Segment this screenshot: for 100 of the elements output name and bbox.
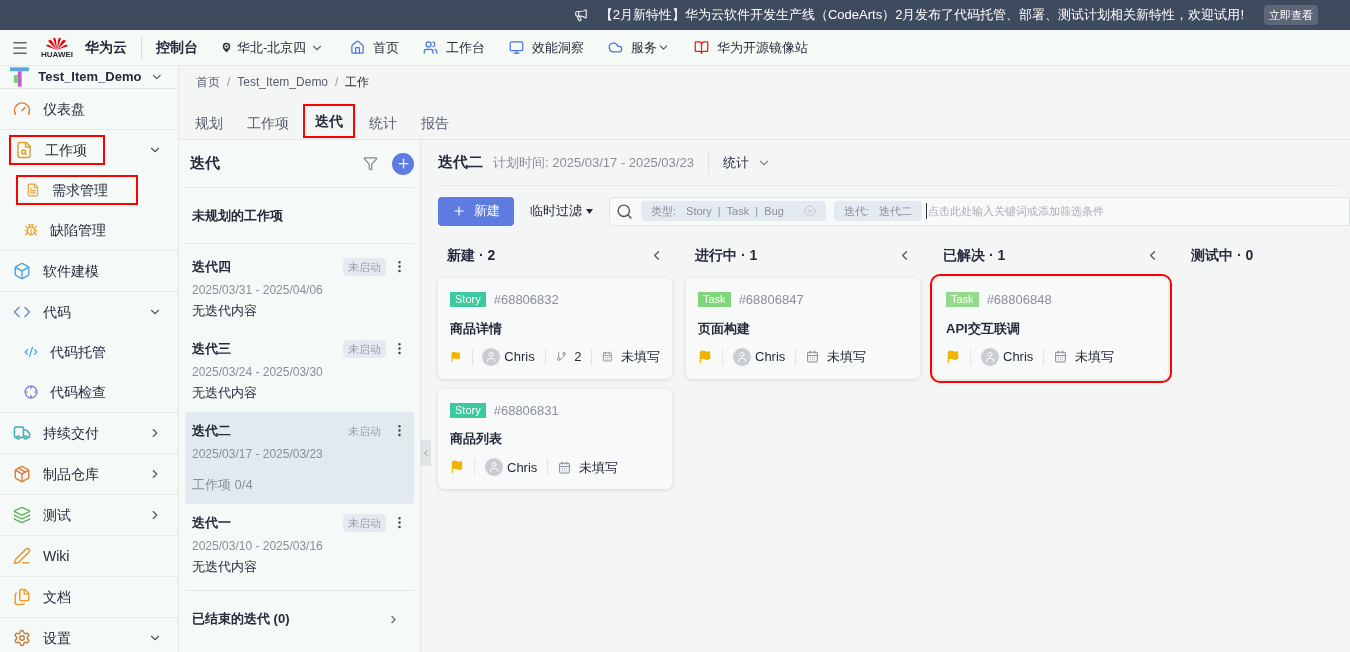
stats-dropdown[interactable]: 统计 bbox=[722, 152, 771, 173]
sidebar-item[interactable]: 文档 bbox=[0, 577, 178, 617]
sidebar-item[interactable]: 工作项 bbox=[0, 130, 178, 170]
sidebar-item[interactable]: 需求管理 bbox=[0, 170, 178, 210]
monitor-icon bbox=[509, 40, 525, 55]
tab[interactable]: 工作项 bbox=[237, 106, 299, 140]
iteration-dates: 2025/03/24 - 2025/03/30 bbox=[192, 363, 324, 381]
tab[interactable]: 报告 bbox=[411, 106, 459, 140]
assignee: Chris bbox=[504, 348, 535, 366]
console-link[interactable]: 控制台 bbox=[156, 37, 198, 58]
tab[interactable]: 规划 bbox=[185, 106, 233, 140]
home-icon bbox=[350, 40, 366, 55]
sidebar-item[interactable]: 制品仓库 bbox=[0, 454, 178, 494]
item-id: #68806847 bbox=[738, 291, 804, 309]
card-title: 商品列表 bbox=[450, 430, 503, 448]
breadcrumb-separator: / bbox=[335, 74, 339, 91]
view-now-button[interactable]: 立即查看 bbox=[1264, 4, 1318, 26]
menu-label: 仪表盘 bbox=[43, 99, 85, 119]
logo[interactable]: HUAWEI bbox=[41, 36, 73, 59]
iteration-item[interactable]: 迭代四 未启动 2025/03/31 - 2025/04/06 无迭代内容 bbox=[185, 248, 414, 330]
filter-icon[interactable] bbox=[363, 156, 378, 171]
settings-icon bbox=[13, 629, 31, 647]
iteration-name: 迭代二 bbox=[192, 422, 232, 440]
unplanned-items[interactable]: 未规划的工作项 bbox=[185, 188, 414, 244]
sidebar-item[interactable]: 设置 bbox=[0, 618, 178, 652]
location-pin-icon bbox=[220, 41, 233, 54]
collapse-handle[interactable] bbox=[421, 440, 431, 466]
column-title: 进行中 · 1 bbox=[695, 245, 759, 265]
region-selector[interactable]: 华北-北京四 bbox=[220, 37, 325, 58]
plus-icon bbox=[395, 156, 411, 171]
due-date: 未填写 bbox=[621, 348, 660, 366]
new-button[interactable]: 新建 bbox=[438, 196, 514, 226]
tab[interactable]: 迭代 bbox=[303, 104, 355, 138]
flag-icon bbox=[450, 460, 464, 475]
flag-icon bbox=[698, 349, 712, 364]
iteration-content: 无迭代内容 bbox=[192, 383, 258, 402]
ended-iterations[interactable]: 已结束的迭代 (0) bbox=[185, 591, 414, 647]
calendar-icon bbox=[806, 350, 820, 364]
sidebar-item[interactable]: 软件建模 bbox=[0, 251, 178, 291]
panel-title: 迭代 bbox=[190, 153, 221, 174]
menu-label: 工作项 bbox=[45, 140, 87, 160]
status-tag: 未启动 bbox=[343, 513, 386, 532]
subtask-count: 2 bbox=[574, 348, 582, 366]
search-icon bbox=[616, 202, 633, 220]
nav-link[interactable]: 效能洞察 bbox=[509, 37, 585, 58]
dashboard-icon bbox=[13, 100, 31, 118]
sidebar-item[interactable]: 代码托管 bbox=[0, 332, 178, 372]
breadcrumb-item: 工作 bbox=[345, 74, 370, 91]
card-title: 页面构建 bbox=[698, 319, 751, 338]
sidebar-item[interactable]: 代码 bbox=[0, 292, 178, 332]
work-item-card[interactable]: Story #68806832 商品详情 Chris 2 未填写 bbox=[438, 278, 672, 379]
quick-filter-dropdown[interactable]: 临时过滤 bbox=[530, 201, 593, 221]
sidebar-item[interactable]: Wiki bbox=[0, 536, 178, 576]
assignee: Chris bbox=[755, 348, 786, 366]
tab[interactable]: 统计 bbox=[359, 106, 407, 140]
sidebar-item[interactable]: 缺陷管理 bbox=[0, 210, 178, 250]
status-tag: 未启动 bbox=[343, 339, 386, 358]
menu-label: 软件建模 bbox=[43, 261, 99, 281]
column-title: 测试中 · 0 bbox=[1191, 245, 1255, 265]
iteration-item[interactable]: 迭代一 未启动 2025/03/10 - 2025/03/16 无迭代内容 bbox=[185, 504, 414, 586]
menu-label: Wiki bbox=[43, 546, 70, 566]
item-id: #68806848 bbox=[986, 291, 1052, 309]
project-name[interactable]: Test_Item_Demo bbox=[38, 67, 142, 87]
iteration-content: 无迭代内容 bbox=[192, 301, 258, 320]
menu-label: 测试 bbox=[43, 505, 71, 525]
menu-label: 需求管理 bbox=[52, 180, 108, 200]
work-item-card[interactable]: Story #68806831 商品列表 Chris 未填写 bbox=[438, 388, 672, 489]
breadcrumb-item[interactable]: 首页 bbox=[196, 73, 220, 91]
calendar-icon bbox=[602, 350, 613, 364]
caret-down-icon bbox=[586, 208, 593, 214]
avatar bbox=[485, 458, 503, 477]
iteration-item[interactable]: 迭代二 未启动 2025/03/17 - 2025/03/23 工作项 0/4 bbox=[185, 412, 414, 504]
iteration-name: 迭代四 bbox=[192, 258, 232, 276]
sidebar-item[interactable]: 持续交付 bbox=[0, 413, 178, 453]
status-tag: 未启动 bbox=[343, 257, 386, 276]
menu-label: 代码 bbox=[43, 302, 71, 322]
due-date: 未填写 bbox=[1075, 348, 1115, 366]
breadcrumb-item[interactable]: Test_Item_Demo bbox=[237, 73, 329, 91]
sidebar-item[interactable]: 仪表盘 bbox=[0, 89, 178, 129]
nav-link[interactable]: 华为开源镜像站 bbox=[694, 37, 809, 58]
nav-link[interactable]: 服务 bbox=[608, 37, 671, 58]
sidebar-item[interactable]: 测试 bbox=[0, 495, 178, 535]
nav-link[interactable]: 首页 bbox=[350, 37, 400, 58]
doc-icon bbox=[13, 588, 31, 606]
iteration-dates: 2025/03/17 - 2025/03/23 bbox=[192, 445, 324, 463]
work-item-card[interactable]: Task #68806847 页面构建 Chris 未填写 bbox=[686, 278, 920, 379]
search-input[interactable]: 点击此处输入关键词或添加筛选条件 bbox=[925, 202, 1349, 220]
chevron-left-icon bbox=[421, 448, 431, 458]
sidebar-item[interactable]: 代码检查 bbox=[0, 372, 178, 412]
iteration-item[interactable]: 迭代三 未启动 2025/03/24 - 2025/03/30 无迭代内容 bbox=[185, 330, 414, 412]
add-button[interactable] bbox=[392, 152, 414, 175]
plus-icon bbox=[452, 204, 466, 218]
announcement-text: 【2月新特性】华为云软件开发生产线（CodeArts）2月发布了代码托管、部署、测试计划相关新特性，欢迎试用! bbox=[599, 6, 1244, 25]
bug-icon bbox=[24, 223, 38, 237]
plan-dates: 计划时间: 2025/03/17 - 2025/03/23 bbox=[493, 153, 694, 172]
menu-label: 文档 bbox=[43, 587, 71, 607]
avatar bbox=[733, 347, 751, 366]
iteration-dates: 2025/03/31 - 2025/04/06 bbox=[192, 281, 324, 299]
menu-label: 代码托管 bbox=[50, 342, 106, 362]
nav-link[interactable]: 工作台 bbox=[423, 37, 486, 58]
